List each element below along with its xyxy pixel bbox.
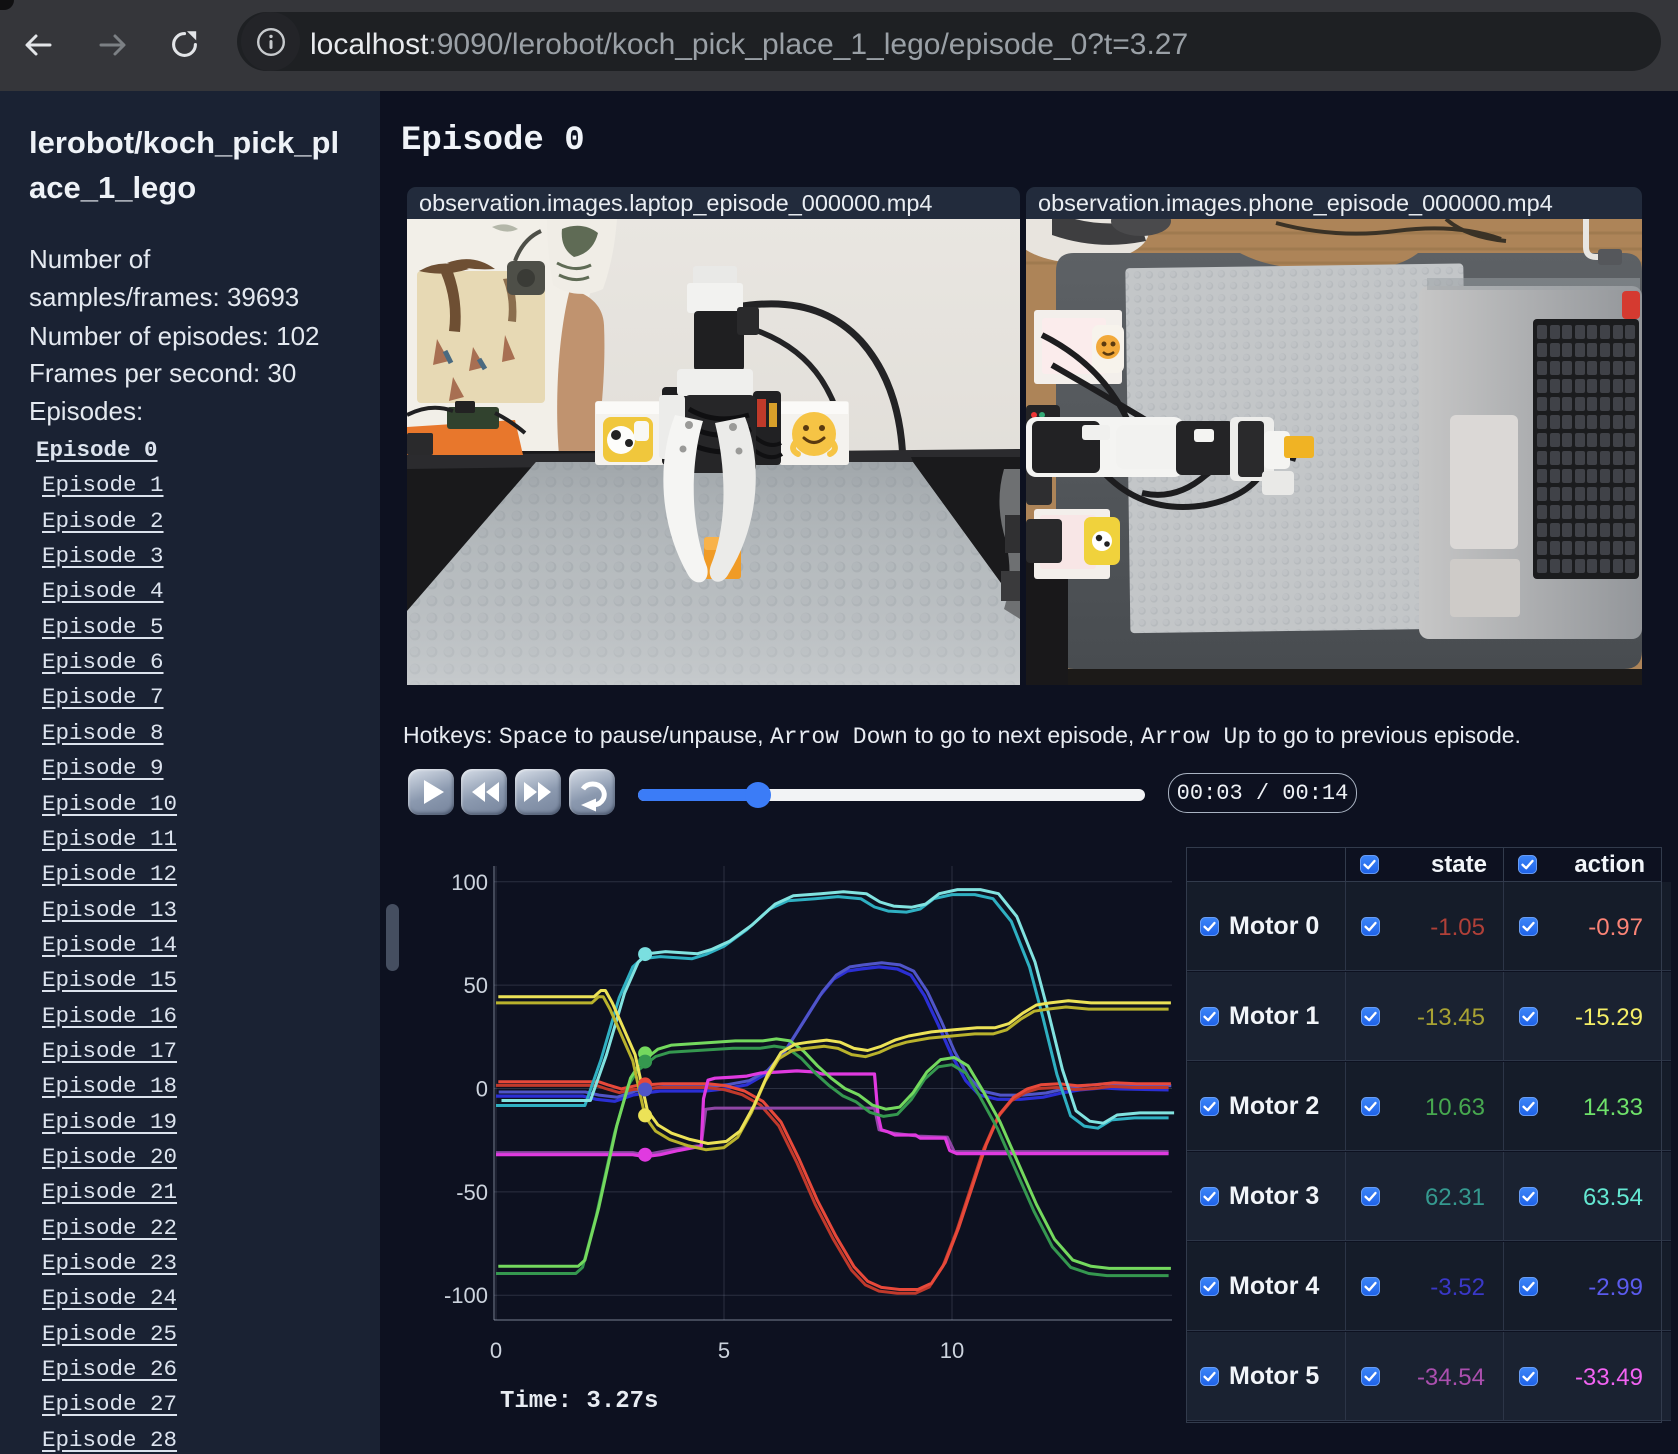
svg-text:100: 100 bbox=[451, 870, 488, 895]
svg-text:0: 0 bbox=[490, 1338, 502, 1363]
svg-text:0: 0 bbox=[476, 1077, 488, 1102]
svg-text:-50: -50 bbox=[456, 1180, 488, 1205]
svg-text:10: 10 bbox=[940, 1338, 964, 1363]
svg-text:5: 5 bbox=[718, 1338, 730, 1363]
svg-text:-100: -100 bbox=[444, 1283, 488, 1308]
svg-text:50: 50 bbox=[464, 973, 488, 998]
